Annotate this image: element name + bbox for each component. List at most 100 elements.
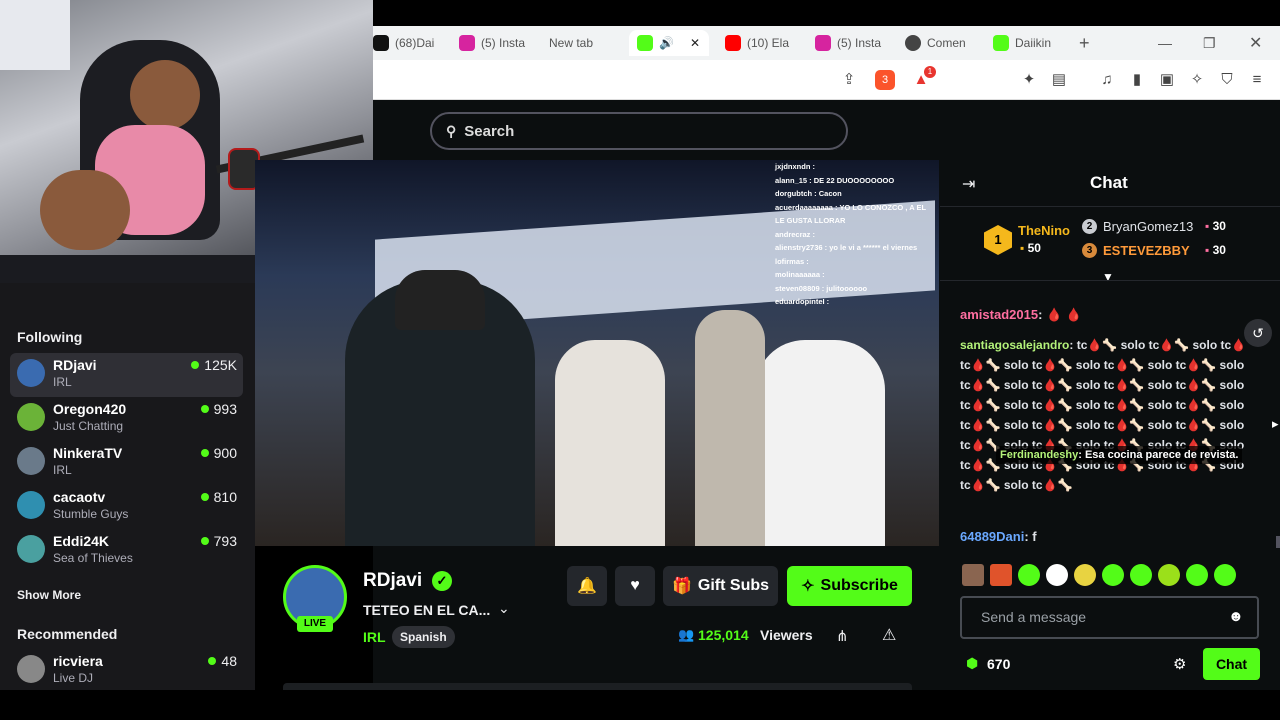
subscribe-button[interactable]: ✧ Subscribe xyxy=(787,566,912,606)
browser-tab[interactable]: (10) Ela xyxy=(725,30,805,56)
gift-subs-button[interactable]: 🎁 Gift Subs xyxy=(663,566,778,606)
emote-icon[interactable] xyxy=(1046,564,1068,586)
restore-button[interactable]: ❐ xyxy=(1203,30,1219,56)
leader-count: ▪ 30 xyxy=(1205,219,1226,233)
emote-icon[interactable] xyxy=(1130,564,1152,586)
language-tag[interactable]: Spanish xyxy=(392,626,455,648)
leo-ai-icon[interactable]: ✧ xyxy=(1187,70,1207,90)
browser-tab-active[interactable]: 🔊 ✕ xyxy=(629,30,709,56)
avatar xyxy=(17,655,45,683)
browser-tab[interactable]: Comen xyxy=(905,30,985,56)
extensions-icon[interactable]: ✦ xyxy=(1019,70,1039,90)
browser-tab[interactable]: (68)Dai xyxy=(373,30,443,56)
divider xyxy=(940,206,1280,207)
close-tab-icon[interactable]: ✕ xyxy=(690,36,700,50)
leader-name[interactable]: TheNino xyxy=(1018,223,1070,238)
overlay-chat: jxjdnxndn : alann_15 : DE 22 DUOOOOOOOO … xyxy=(775,162,927,306)
tab-search-icon[interactable]: ▤ xyxy=(1049,70,1069,90)
avatar xyxy=(17,359,45,387)
chevron-down-icon[interactable]: ⌄ xyxy=(498,600,510,617)
video-player[interactable]: jxjdnxndn : alann_15 : DE 22 DUOOOOOOOO … xyxy=(255,160,939,546)
emote-icon[interactable] xyxy=(962,564,984,586)
wallet-icon[interactable]: ▣ xyxy=(1157,70,1177,90)
emote-icon[interactable] xyxy=(1102,564,1124,586)
emote-icon[interactable] xyxy=(1214,564,1236,586)
viewer-count: 125,014 xyxy=(698,627,749,643)
sidebar-item-cacaotv[interactable]: cacaotv Stumble Guys 810 xyxy=(10,485,243,529)
gear-icon[interactable]: ⚙ xyxy=(1173,655,1186,673)
leader-count: ▪ 50 xyxy=(1020,241,1041,255)
search-input[interactable]: ⚲ Search xyxy=(430,112,848,150)
browser-address-bar: ⇪ 3 ▲ 1 ✦ ▤ ♫ ▮ ▣ ✧ ⛉ ≡ xyxy=(373,60,1280,100)
report-icon[interactable]: ⚠ xyxy=(882,625,896,645)
scroll-to-bottom-button[interactable]: ↺ xyxy=(1244,319,1272,347)
music-icon[interactable]: ♫ xyxy=(1097,70,1117,90)
collapse-chat-icon[interactable]: ⇥ xyxy=(962,174,975,194)
rank-3-badge: 3 xyxy=(1082,243,1097,258)
chat-message-input[interactable]: Send a message xyxy=(960,596,1259,639)
chatgpt-icon xyxy=(905,35,921,51)
bell-icon: 🔔 xyxy=(577,578,597,595)
new-tab-button[interactable]: + xyxy=(1079,30,1099,56)
leader-count: ▪ 30 xyxy=(1205,243,1226,257)
send-chat-button[interactable]: Chat xyxy=(1203,648,1260,680)
leader-name[interactable]: ESTEVEZBBY xyxy=(1103,243,1190,258)
vpn-icon[interactable]: ⛉ xyxy=(1217,70,1237,90)
minimize-button[interactable]: — xyxy=(1158,30,1174,56)
sidebar: Following RDjavi IRL 125K Oregon420 Just… xyxy=(0,283,255,690)
verified-icon: ✓ xyxy=(432,571,452,591)
chat-title: Chat xyxy=(1090,173,1128,192)
instagram-icon xyxy=(815,35,831,51)
gift-icon: ▪ xyxy=(1205,219,1213,233)
leader-name[interactable]: BryanGomez13 xyxy=(1103,219,1193,234)
share-icon[interactable]: ⋔ xyxy=(836,627,849,645)
notification-bell-button[interactable]: 🔔 xyxy=(567,566,607,606)
chat-username[interactable]: amistad2015 xyxy=(960,307,1038,322)
instagram-icon xyxy=(459,35,475,51)
alert-badge: 1 xyxy=(924,66,936,78)
streamer-head xyxy=(130,60,200,130)
emoji-icon[interactable]: ☻ xyxy=(1228,608,1244,625)
person-right xyxy=(755,340,885,546)
person-center xyxy=(555,340,665,546)
chat-scrollbar[interactable] xyxy=(1276,536,1280,548)
recommended-heading: Recommended xyxy=(17,626,118,642)
avatar xyxy=(17,403,45,431)
emote-icon[interactable] xyxy=(1158,564,1180,586)
sidebar-toggle-icon[interactable]: ▮ xyxy=(1127,70,1147,90)
avatar xyxy=(17,447,45,475)
follow-button[interactable]: ♥ xyxy=(615,566,655,606)
sidebar-item-ninkeratv[interactable]: NinkeraTV IRL 900 xyxy=(10,441,243,485)
browser-tab[interactable]: New tab xyxy=(549,30,629,56)
person-back xyxy=(695,310,765,546)
sidebar-item-eddi24k[interactable]: Eddi24K Sea of Thieves 793 xyxy=(10,529,243,573)
chat-username[interactable]: 64889Dani xyxy=(960,529,1024,544)
emote-icon[interactable] xyxy=(1018,564,1040,586)
browser-tab[interactable]: (5) Insta xyxy=(459,30,539,56)
speaker-icon[interactable]: 🔊 xyxy=(659,36,674,50)
sidebar-item-rdjavi[interactable]: RDjavi IRL 125K xyxy=(10,353,243,397)
menu-icon[interactable]: ≡ xyxy=(1247,70,1267,90)
gift-icon: ▪ xyxy=(1020,241,1028,255)
browser-tab[interactable]: Daiikin xyxy=(993,30,1073,56)
cap xyxy=(395,270,485,330)
browser-tab[interactable]: (5) Insta xyxy=(815,30,895,56)
sidebar-item-oregon420[interactable]: Oregon420 Just Chatting 993 xyxy=(10,397,243,441)
emote-icon[interactable] xyxy=(1074,564,1096,586)
emote-icon[interactable] xyxy=(990,564,1012,586)
stream-title: TETEO EN EL CA... xyxy=(363,602,491,618)
sidebar-item-ricviera[interactable]: ricviera Live DJ 48 xyxy=(10,649,243,693)
emote-icon[interactable] xyxy=(1186,564,1208,586)
category-link[interactable]: IRL xyxy=(363,629,386,645)
live-badge: LIVE xyxy=(297,616,333,632)
show-more-link[interactable]: Show More xyxy=(17,588,81,602)
expand-leaderboard-icon[interactable]: ▼ xyxy=(1102,270,1114,284)
streamer-leg xyxy=(40,170,130,250)
channel-name[interactable]: RDjavi xyxy=(363,570,422,592)
chat-overlay-message: Ferdinandeshy: Esa cocina parece de revi… xyxy=(996,446,1243,464)
close-window-button[interactable]: ✕ xyxy=(1249,30,1265,56)
share-icon[interactable]: ⇪ xyxy=(839,70,859,90)
brave-shield-icon[interactable]: 3 xyxy=(875,70,895,90)
channel-points[interactable]: 670 xyxy=(987,656,1010,672)
chat-username[interactable]: santiagosalejandro xyxy=(960,338,1069,352)
